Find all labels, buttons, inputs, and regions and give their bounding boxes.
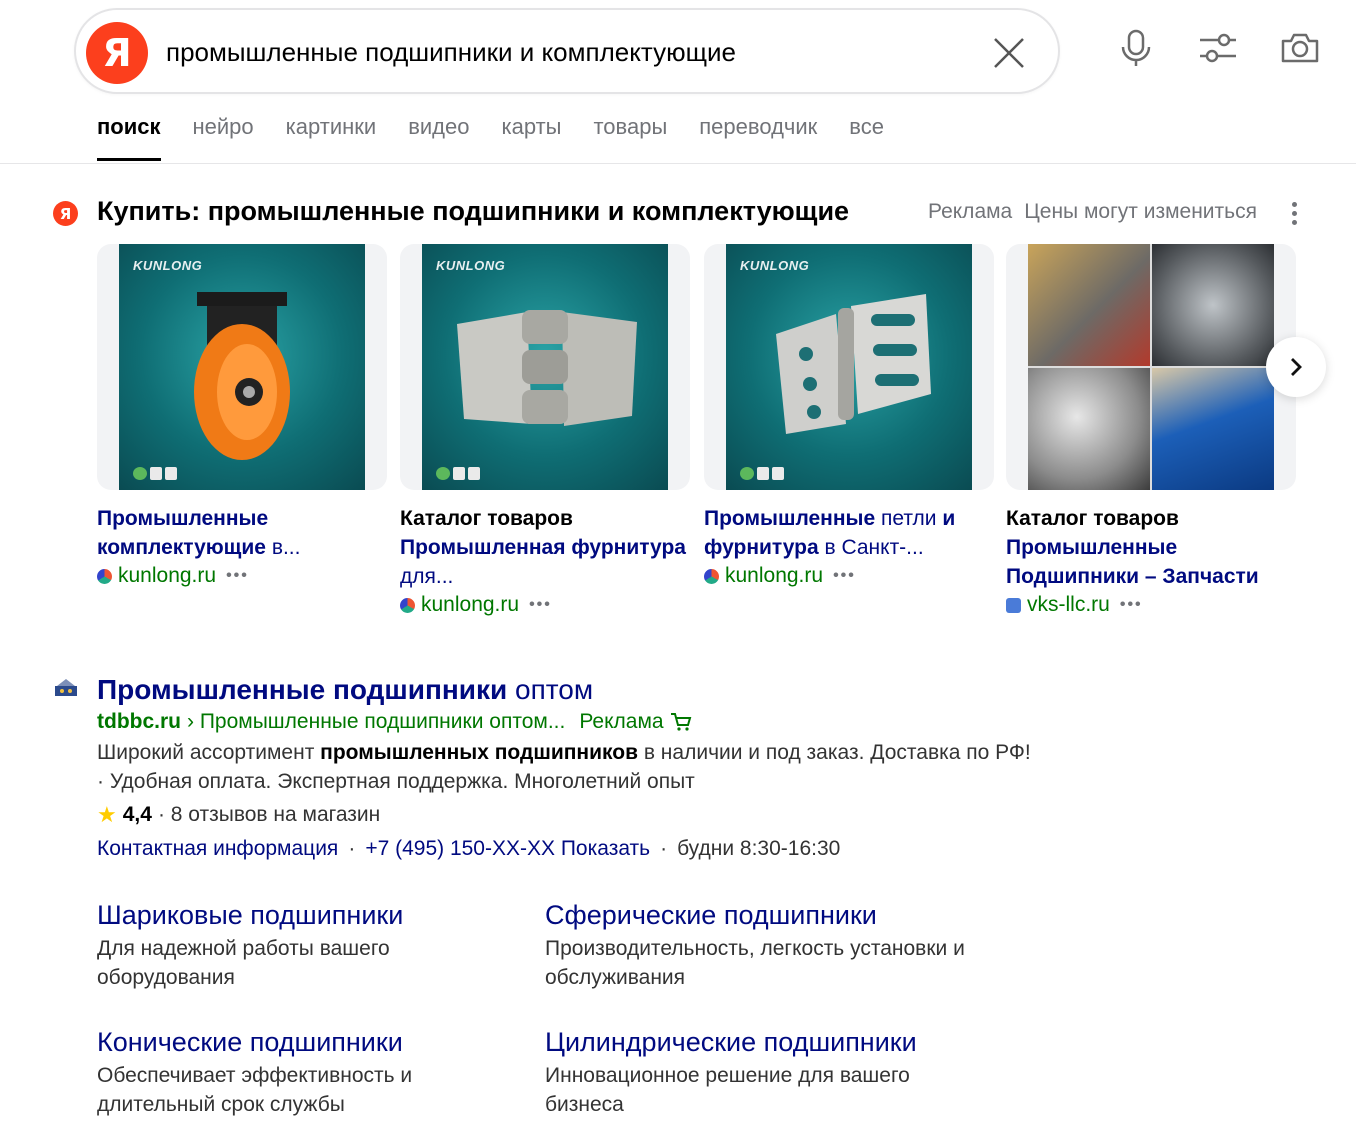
tdbbc-favicon (53, 678, 79, 698)
card-title[interactable]: Промышленные комплектующие в... (97, 504, 387, 562)
search-tabs: поиск нейро картинки видео карты товары … (97, 114, 884, 162)
card-title[interactable]: Промышленные петли и фурнитура в Санкт-.… (704, 504, 994, 562)
product-image[interactable]: KUNLONG (400, 244, 690, 490)
brand-logo: KUNLONG (133, 258, 203, 273)
product-image[interactable]: KUNLONG (704, 244, 994, 490)
tab-video[interactable]: видео (408, 114, 469, 162)
sitelink-title[interactable]: Конические подшипники (97, 1025, 517, 1059)
brand-logo: KUNLONG (740, 258, 810, 273)
shop-rating[interactable]: ★ 4,4 · 8 отзывов на магазин (97, 802, 380, 828)
shopping-meta: Реклама Цены могут измениться (928, 200, 1257, 224)
product-card[interactable]: KUNLONG Промышленные петли и фурнитура в… (704, 244, 994, 590)
brand-logo: KUNLONG (436, 258, 506, 273)
product-card[interactable]: Каталог товаров Промышленные Подшипники … (1006, 244, 1296, 619)
card-title[interactable]: Каталог товаров Промышленные Подшипники … (1006, 504, 1296, 591)
shopping-title: Купить: промышленные подшипники и компле… (97, 196, 850, 226)
microphone-icon[interactable] (1116, 28, 1156, 68)
card-source[interactable]: kunlong.ru ••• (400, 591, 690, 619)
sitelink: Цилиндрические подшипники Инновационное … (545, 1025, 965, 1119)
sitelink: Конические подшипники Обеспечивает эффек… (97, 1025, 517, 1119)
card-title[interactable]: Каталог товаров Промышленная фурнитура д… (400, 504, 690, 591)
contact-line: Контактная информация · +7 (495) 150-XX-… (97, 837, 841, 861)
hinge-photo: KUNLONG (422, 244, 668, 490)
carousel-next-button[interactable] (1266, 337, 1326, 397)
product-image[interactable] (1006, 244, 1296, 490)
more-dots-icon[interactable]: ••• (833, 562, 856, 590)
filters-icon[interactable] (1198, 28, 1238, 68)
sitelink-desc: Для надежной работы вашего оборудования (97, 937, 390, 989)
tab-neuro[interactable]: нейро (193, 114, 254, 162)
tab-translator[interactable]: переводчик (699, 114, 817, 162)
more-options-icon[interactable] (1286, 200, 1302, 226)
cart-icon (670, 713, 691, 731)
card-source[interactable]: kunlong.ru ••• (704, 562, 994, 590)
yandex-logo[interactable]: Я (86, 22, 148, 84)
result-snippet: Широкий ассортимент промышленных подшипн… (97, 741, 1031, 793)
cert-badges (740, 467, 784, 480)
star-icon: ★ (97, 802, 117, 827)
sitelink: Шариковые подшипники Для надежной работы… (97, 898, 517, 992)
yandex-market-icon: Я (53, 201, 78, 226)
result-url[interactable]: tdbbc.ru › Промышленные подшипники оптом… (97, 710, 692, 734)
vks-favicon (1006, 597, 1021, 613)
search-bar: Я (74, 8, 1060, 94)
tab-all[interactable]: все (849, 114, 884, 162)
cert-badges (133, 467, 177, 480)
camera-icon[interactable] (1280, 28, 1320, 68)
tab-products[interactable]: товары (593, 114, 667, 162)
kunlong-favicon (97, 568, 112, 584)
more-dots-icon[interactable]: ••• (529, 591, 552, 619)
product-card[interactable]: KUNLONG Промышленные комплектующие в... … (97, 244, 387, 590)
price-note: Цены могут измениться (1024, 200, 1257, 223)
caster-wheel-photo: KUNLONG (119, 244, 365, 490)
ad-label: Реклама (579, 710, 664, 733)
sitelink-title[interactable]: Цилиндрические подшипники (545, 1025, 965, 1059)
kunlong-favicon (704, 568, 719, 584)
tab-images[interactable]: картинки (286, 114, 377, 162)
sitelink-title[interactable]: Шариковые подшипники (97, 898, 517, 932)
kunlong-favicon (400, 597, 415, 613)
parts-collage-photo (1028, 244, 1274, 490)
contact-info-link[interactable]: Контактная информация (97, 837, 338, 861)
card-source[interactable]: kunlong.ru ••• (97, 562, 387, 590)
product-card[interactable]: KUNLONG Каталог товаров Промышленная фур… (400, 244, 690, 619)
card-source[interactable]: vks-llc.ru ••• (1006, 591, 1296, 619)
working-hours: будни 8:30-16:30 (677, 837, 841, 860)
search-input[interactable] (166, 32, 966, 72)
cert-badges (436, 467, 480, 480)
clear-icon[interactable] (990, 34, 1028, 72)
tab-search[interactable]: поиск (97, 114, 161, 162)
sitelink: Сферические подшипники Производительност… (545, 898, 965, 992)
sitelink-desc: Производительность, легкость установки и… (545, 937, 965, 989)
sitelink-desc: Инновационное решение для вашего бизнеса (545, 1064, 910, 1116)
product-image[interactable]: KUNLONG (97, 244, 387, 490)
ad-label: Реклама (928, 200, 1013, 223)
result-title[interactable]: Промышленные подшипники оптом (97, 674, 593, 706)
more-dots-icon[interactable]: ••• (1120, 591, 1143, 619)
more-dots-icon[interactable]: ••• (226, 562, 249, 590)
phone-link[interactable]: +7 (495) 150-XX-XX Показать (365, 837, 650, 861)
sitelink-title[interactable]: Сферические подшипники (545, 898, 965, 932)
hinge-plate-photo: KUNLONG (726, 244, 972, 490)
tabs-divider (0, 163, 1356, 164)
chevron-right-icon (1291, 358, 1302, 376)
sitelink-desc: Обеспечивает эффективность и длительный … (97, 1064, 413, 1116)
tab-maps[interactable]: карты (501, 114, 561, 162)
